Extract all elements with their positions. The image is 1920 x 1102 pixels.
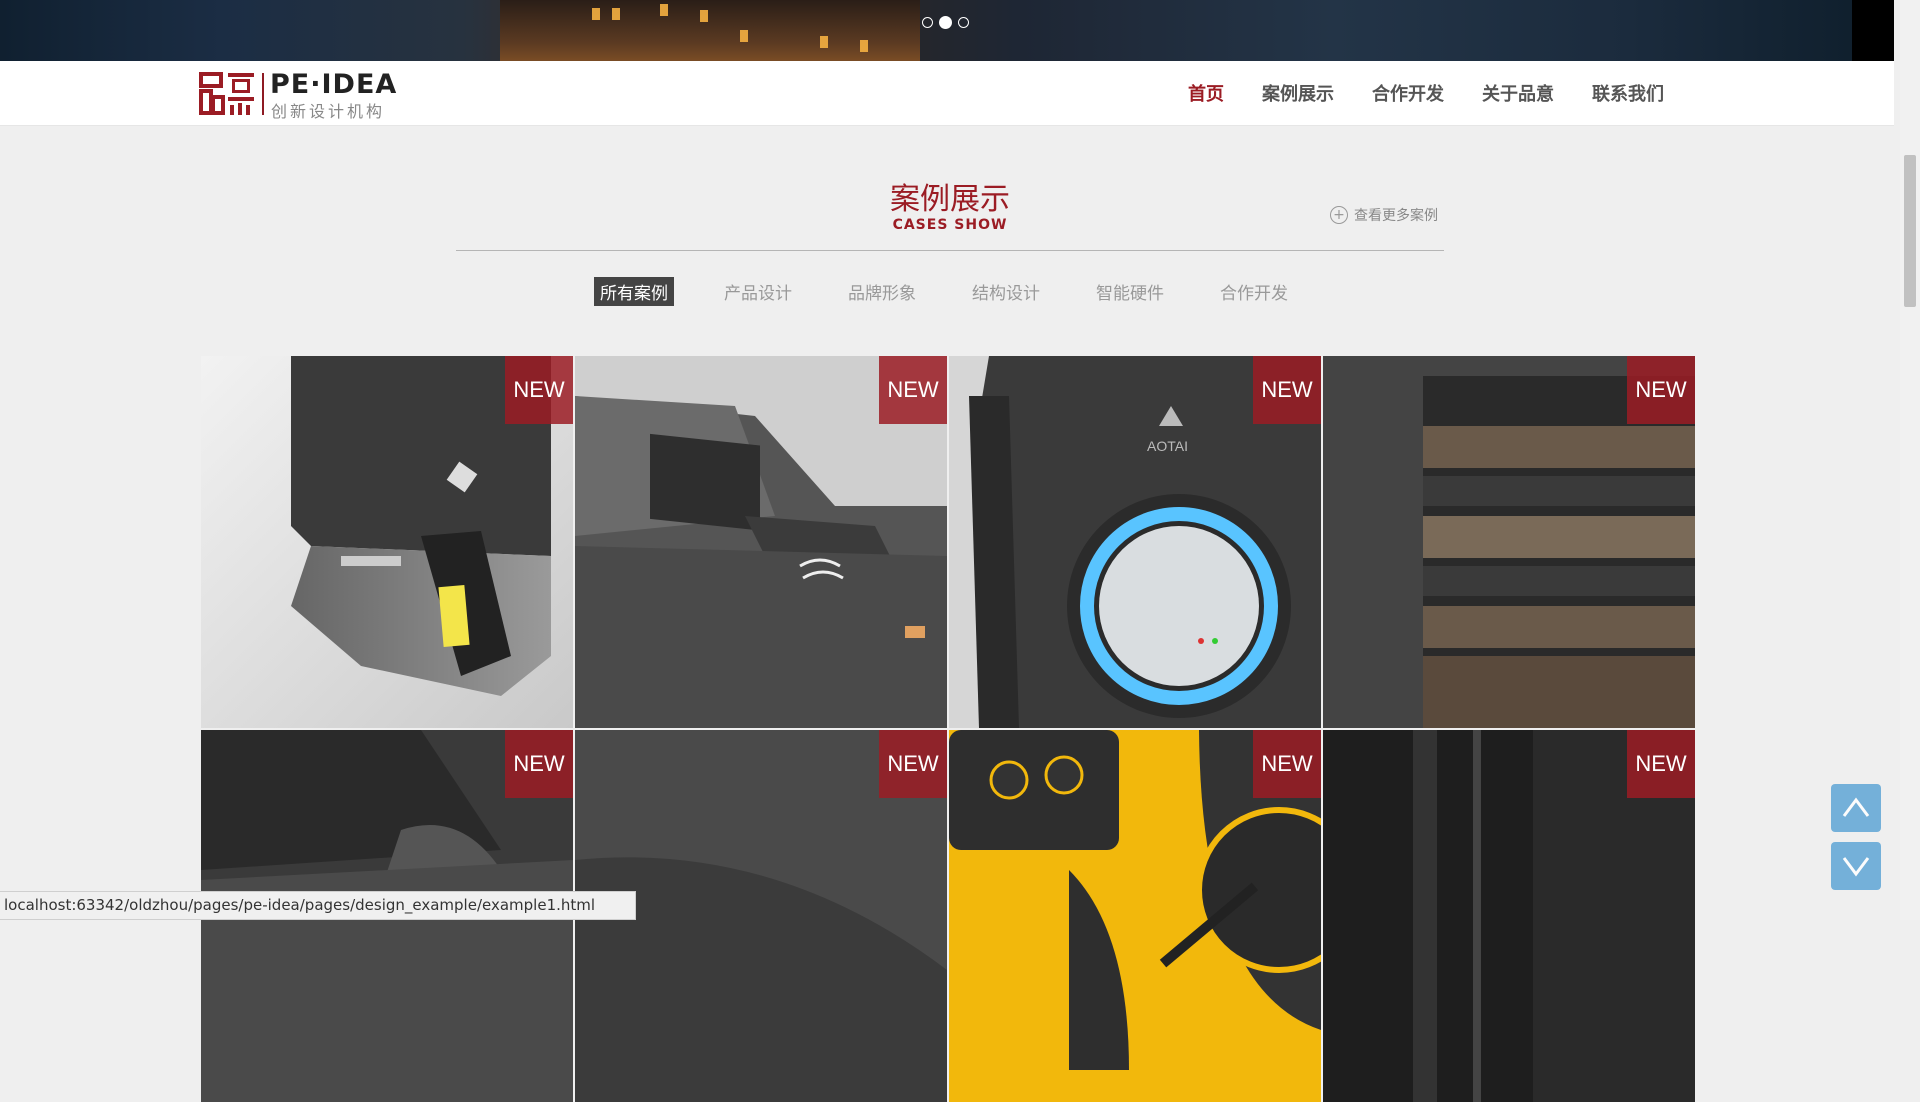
tab-brand-image[interactable]: 品牌形象 <box>842 277 922 306</box>
case-card[interactable]: AOTAI NEW <box>949 356 1321 728</box>
site-logo[interactable]: PE·IDEA 创新设计机构 <box>198 69 396 121</box>
scroll-down-button[interactable] <box>1831 842 1881 890</box>
chevron-up-icon <box>1842 797 1870 817</box>
site-header: PE·IDEA 创新设计机构 首页 案例展示 合作开发 关于品意 联系我们 <box>0 61 1894 126</box>
nav-item-contact[interactable]: 联系我们 <box>1592 80 1664 106</box>
new-badge: NEW <box>1627 730 1695 798</box>
tab-structure-design[interactable]: 结构设计 <box>966 277 1046 306</box>
new-badge: NEW <box>1253 356 1321 424</box>
case-card[interactable]: NEW <box>949 730 1321 1102</box>
banner-window <box>592 8 600 20</box>
nav-item-cooperation[interactable]: 合作开发 <box>1372 80 1444 106</box>
plus-circle-icon: + <box>1330 206 1348 224</box>
more-cases-label: 查看更多案例 <box>1354 208 1438 224</box>
section-divider <box>456 250 1444 251</box>
section-title: 案例展示 <box>890 182 1010 217</box>
banner-window <box>612 8 620 20</box>
more-cases-link[interactable]: + 查看更多案例 <box>1330 205 1438 225</box>
banner-window <box>660 4 668 16</box>
chevron-down-icon <box>1842 857 1870 877</box>
new-badge: NEW <box>1253 730 1321 798</box>
slider-dot-3[interactable] <box>958 17 969 28</box>
hero-banner <box>0 0 1852 61</box>
slider-dot-1[interactable] <box>922 17 933 28</box>
case-filter-tabs: 所有案例 产品设计 品牌形象 结构设计 智能硬件 合作开发 <box>594 277 1338 306</box>
banner-window <box>700 10 708 22</box>
banner-edge <box>1852 0 1894 61</box>
logo-divider <box>262 73 264 115</box>
nav-item-cases[interactable]: 案例展示 <box>1262 80 1334 106</box>
main-nav: 首页 案例展示 合作开发 关于品意 联系我们 <box>1188 61 1664 125</box>
scrollbar-thumb[interactable] <box>1904 155 1916 307</box>
tab-product-design[interactable]: 产品设计 <box>718 277 798 306</box>
tab-cooperation[interactable]: 合作开发 <box>1214 277 1294 306</box>
section-subtitle: CASES SHOW <box>892 217 1008 233</box>
new-badge: NEW <box>505 356 573 424</box>
slider-dot-2[interactable] <box>939 16 952 29</box>
nav-item-home[interactable]: 首页 <box>1188 80 1224 106</box>
banner-building-image <box>500 0 920 61</box>
new-badge: NEW <box>879 356 947 424</box>
banner-window <box>740 30 748 42</box>
svg-text:AOTAI: AOTAI <box>1147 438 1188 454</box>
banner-window <box>860 40 868 52</box>
tab-all[interactable]: 所有案例 <box>594 277 674 306</box>
new-badge: NEW <box>1627 356 1695 424</box>
nav-item-about[interactable]: 关于品意 <box>1482 80 1554 106</box>
page-scrollbar[interactable] <box>1900 0 1920 920</box>
case-card[interactable]: NEW <box>1323 356 1695 728</box>
browser-status-url: localhost:63342/oldzhou/pages/pe-idea/pa… <box>0 891 636 920</box>
case-card[interactable]: NEW <box>575 356 947 728</box>
banner-window <box>820 36 828 48</box>
new-badge: NEW <box>505 730 573 798</box>
logo-mark-icon <box>199 72 254 115</box>
slider-dots <box>922 16 969 29</box>
case-card[interactable]: NEW <box>1323 730 1695 1102</box>
logo-subtitle: 创新设计机构 <box>271 102 386 121</box>
scroll-up-button[interactable] <box>1831 784 1881 832</box>
case-card[interactable]: NEW <box>201 356 573 728</box>
new-badge: NEW <box>879 730 947 798</box>
tab-smart-hardware[interactable]: 智能硬件 <box>1090 277 1170 306</box>
logo-text: PE·IDEA <box>270 69 398 100</box>
section-heading: 案例展示 CASES SHOW <box>0 182 1900 234</box>
